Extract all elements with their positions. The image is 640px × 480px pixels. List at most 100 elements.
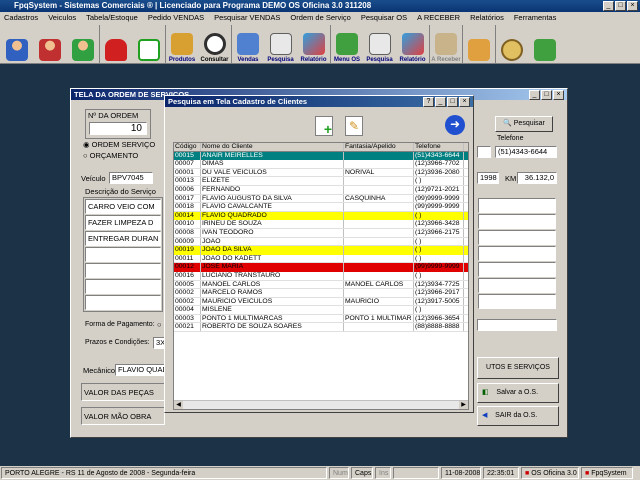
- produtos-servicos-button[interactable]: UTOS E SERVIÇOS: [477, 357, 559, 379]
- servico-line-4[interactable]: [85, 247, 161, 262]
- calculator-tool[interactable]: [462, 25, 495, 63]
- menu-pesquisar-os[interactable]: Pesquisar OS: [361, 12, 407, 24]
- table-row[interactable]: 00002 MAURICIO VEICULOS MAURICIO (12)3917-5…: [174, 297, 468, 307]
- table-row[interactable]: 00019 JOÃO DA SILVA ( ): [174, 246, 468, 255]
- servico-line-2[interactable]: FAZER LIMPEZA D: [85, 215, 161, 230]
- os-close-button[interactable]: ×: [553, 90, 564, 100]
- close-button[interactable]: ×: [627, 1, 638, 11]
- table-row[interactable]: 00014 FLAVIO QUADRADO ( ): [174, 211, 468, 221]
- vendas-tool[interactable]: Vendas: [231, 25, 264, 63]
- table-row[interactable]: 00002 MARCELO RAMOS (12)3966-2917: [174, 289, 468, 298]
- table-row[interactable]: 00021 ROBERTO DE SOUZA SOARES (88)8888-888…: [174, 323, 468, 333]
- servico-right-3[interactable]: [478, 230, 556, 245]
- maximize-button[interactable]: □: [615, 1, 626, 11]
- col-codigo[interactable]: Código: [174, 143, 201, 151]
- table-row[interactable]: 00016 LUCIANO TRANSTAURO ( ): [174, 271, 468, 281]
- servico-right-4[interactable]: [478, 246, 556, 261]
- new-document-icon[interactable]: +: [315, 116, 333, 137]
- scroll-left-icon[interactable]: ◀: [174, 401, 183, 409]
- horizontal-scrollbar[interactable]: ◀ ▶: [174, 400, 468, 409]
- menu-relatorios[interactable]: Relatórios: [470, 12, 504, 24]
- table-row[interactable]: 00005 MANOEL CARLOS MANOEL CARLOS (12)3934-…: [174, 280, 468, 290]
- relatorio-tool[interactable]: Relatório: [297, 25, 330, 63]
- servico-right-6[interactable]: [478, 278, 556, 293]
- salvar-button[interactable]: ◧ Salvar a O.S.: [477, 383, 559, 403]
- telefone-field[interactable]: (51)4343-6644: [495, 146, 557, 158]
- menu-pedido-vendas[interactable]: Pedido VENDAS: [148, 12, 204, 24]
- menu-cadastros[interactable]: Cadastros: [4, 12, 38, 24]
- os-minimize-button[interactable]: _: [529, 90, 540, 100]
- ano-field[interactable]: 1998: [477, 172, 499, 184]
- forward-arrow-icon[interactable]: ➜: [445, 115, 465, 135]
- servico-line-3[interactable]: ENTREGAR DURAN: [85, 231, 161, 246]
- telefone-extra-field[interactable]: [477, 146, 491, 158]
- client-extra-field[interactable]: [477, 118, 491, 132]
- dialog-close-button[interactable]: ×: [459, 97, 470, 107]
- mecanico-field[interactable]: FLAVIO QUADR: [115, 364, 165, 376]
- order-number-field[interactable]: 10: [89, 122, 147, 135]
- veiculo-field[interactable]: BPV7045: [109, 172, 153, 184]
- menu-pesquisar-vendas[interactable]: Pesquisar VENDAS: [214, 12, 280, 24]
- table-row[interactable]: 00006 FERNANDO (12)9721-2021: [174, 185, 468, 195]
- menu-os-tool[interactable]: Menu OS: [330, 25, 363, 63]
- col-telefone[interactable]: Telefone: [414, 143, 464, 151]
- table-row[interactable]: 00011 JOÃO DO KADETT ( ): [174, 254, 468, 264]
- a-receber-tool[interactable]: A Receber: [429, 25, 462, 63]
- menu-ordem-servico[interactable]: Ordem de Serviço: [290, 12, 350, 24]
- menu-tabela-estoque[interactable]: Tabela/Estoque: [86, 12, 138, 24]
- minimize-button[interactable]: _: [603, 1, 614, 11]
- col-fantasia[interactable]: Fantasia/Apelido: [344, 143, 414, 151]
- os-maximize-button[interactable]: □: [541, 90, 552, 100]
- table-row[interactable]: 00018 FLAVIO CAVALCANTE (99)9999-9999: [174, 203, 468, 212]
- forma-pagamento-radio[interactable]: ○: [157, 320, 162, 329]
- relatorio-os-tool[interactable]: Relatório: [396, 25, 429, 63]
- table-row[interactable]: 00015 ANAIR MEIRELLES (51)4343-6644: [174, 151, 468, 161]
- user-red-tool[interactable]: [33, 25, 66, 63]
- menu-veiculos[interactable]: Veiculos: [48, 12, 76, 24]
- table-row[interactable]: 00003 PONTO 1 MULTIMARCAS PONTO 1 MULTIMAR…: [174, 314, 468, 324]
- dialog-minimize-button[interactable]: _: [435, 97, 446, 107]
- table-row[interactable]: 00012 JOSÉ MARIA (99)9999-9999: [174, 263, 468, 272]
- edit-document-icon[interactable]: ✎: [345, 116, 363, 136]
- servico-right-5[interactable]: [478, 262, 556, 277]
- radio-ordem-servico[interactable]: ◉ ORDEM SERVIÇO: [83, 140, 155, 149]
- scroll-right-icon[interactable]: ▶: [459, 401, 468, 409]
- table-row[interactable]: 00007 DIMAS (12)3966-7702: [174, 160, 468, 169]
- table-row[interactable]: 00010 IRINEU DE SOUZA (12)3966-3428: [174, 220, 468, 229]
- servico-line-6[interactable]: [85, 279, 161, 294]
- cell-nome: FLAVIO QUADRADO: [201, 211, 344, 221]
- coin-tool[interactable]: [495, 25, 528, 63]
- help-button[interactable]: ?: [423, 97, 434, 107]
- table-row[interactable]: 00008 IVAN TEODORO (12)3966-2175: [174, 228, 468, 238]
- menu-a-receber[interactable]: A RECEBER: [417, 12, 460, 24]
- pesquisa-tool[interactable]: Pesquisa: [264, 25, 297, 63]
- km-field[interactable]: 36.132,0: [517, 172, 557, 184]
- forma-pagamento-right-field[interactable]: [477, 319, 557, 331]
- calendar-clock-tool[interactable]: [132, 25, 165, 63]
- car-tool[interactable]: [99, 25, 132, 63]
- table-row[interactable]: 00009 JOÃO ( ): [174, 237, 468, 247]
- consultar-tool[interactable]: Consultar: [198, 25, 231, 63]
- produtos-tool[interactable]: Produtos: [165, 25, 198, 63]
- sair-button[interactable]: ◀ SAIR da O.S.: [477, 406, 559, 426]
- exit-tool[interactable]: [528, 25, 561, 63]
- servico-line-5[interactable]: [85, 263, 161, 278]
- menu-ferramentas[interactable]: Ferramentas: [514, 12, 557, 24]
- table-row[interactable]: 00017 FLAVIO AUGUSTO DA SILVA CASQUINHA (99…: [174, 194, 468, 204]
- servico-right-2[interactable]: [478, 214, 556, 229]
- servico-line-7[interactable]: [85, 295, 161, 310]
- col-nome[interactable]: Nome do Cliente: [201, 143, 344, 151]
- user-blue-tool[interactable]: [0, 25, 33, 63]
- pesquisar-button[interactable]: 🔍 Pesquisar: [495, 116, 553, 132]
- table-row[interactable]: 00004 MISLENE ( ): [174, 306, 468, 315]
- pesquisa-os-tool[interactable]: Pesquisa: [363, 25, 396, 63]
- radio-orcamento[interactable]: ○ ORÇAMENTO: [83, 151, 138, 160]
- cell-nome: FLAVIO AUGUSTO DA SILVA: [201, 194, 344, 203]
- dialog-maximize-button[interactable]: □: [447, 97, 458, 107]
- servico-right-1[interactable]: [478, 198, 556, 213]
- servico-right-7[interactable]: [478, 294, 556, 309]
- table-row[interactable]: 00001 DU VALE VEICULOS NORIVAL (12)3936-208…: [174, 168, 468, 178]
- table-row[interactable]: 00013 ELIZETE ( ): [174, 177, 468, 186]
- user-green-tool[interactable]: [66, 25, 99, 63]
- servico-line-1[interactable]: CARRO VEIO COM: [85, 199, 161, 214]
